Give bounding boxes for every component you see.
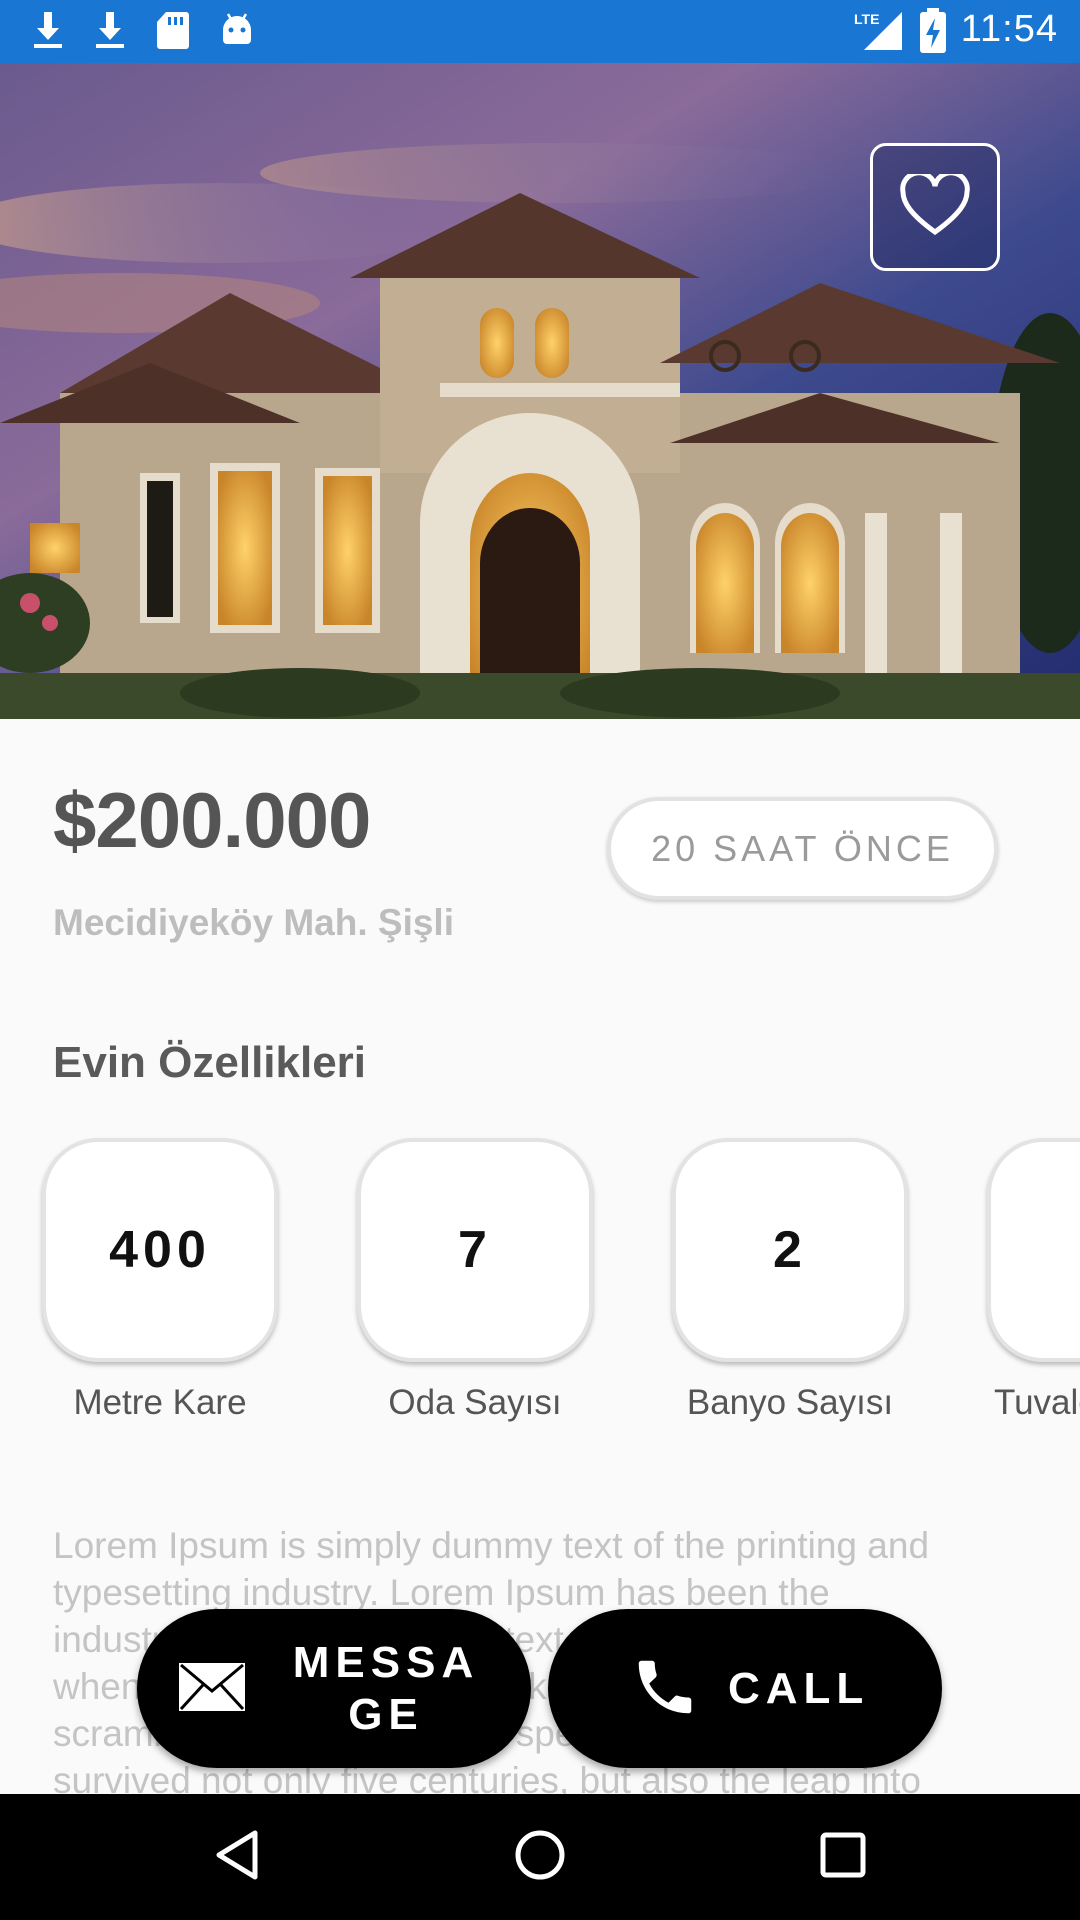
call-button-label: CALL <box>728 1663 870 1713</box>
lte-signal-icon: LTE <box>852 10 904 56</box>
feature-label: Tuvalet <box>994 1383 1080 1422</box>
battery-charging-icon <box>918 8 948 58</box>
download-icon <box>92 10 128 54</box>
navigation-bar <box>0 1794 1080 1920</box>
android-icon <box>220 10 254 54</box>
phone-icon <box>630 1652 700 1726</box>
status-time: 11:54 <box>960 8 1058 50</box>
status-bar: LTE 11:54 <box>0 0 1080 63</box>
favorite-button[interactable] <box>870 143 1000 271</box>
sd-card-icon <box>156 10 190 54</box>
heart-outline-icon <box>900 170 970 240</box>
posted-time-badge: 20 SAAT ÖNCE <box>607 797 998 900</box>
message-button-label: MESSAGE <box>292 1637 480 1739</box>
back-icon <box>213 1829 261 1885</box>
home-button[interactable] <box>460 1794 620 1920</box>
download-icon <box>30 10 66 54</box>
svg-text:LTE: LTE <box>854 11 879 27</box>
home-icon <box>514 1829 566 1885</box>
mail-icon <box>177 1661 247 1717</box>
listing-location: Mecidiyeköy Mah. Şişli <box>53 902 454 943</box>
call-button[interactable]: CALL <box>548 1609 942 1768</box>
features-title: Evin Özellikleri <box>53 1038 367 1087</box>
message-button[interactable]: MESSAGE <box>137 1609 531 1768</box>
recents-icon <box>820 1832 866 1882</box>
back-button[interactable] <box>157 1794 317 1920</box>
listing-price: $200.000 <box>53 776 371 864</box>
feature-value <box>987 1138 1080 1362</box>
recents-button[interactable] <box>763 1794 923 1920</box>
property-photo <box>0 63 1080 719</box>
